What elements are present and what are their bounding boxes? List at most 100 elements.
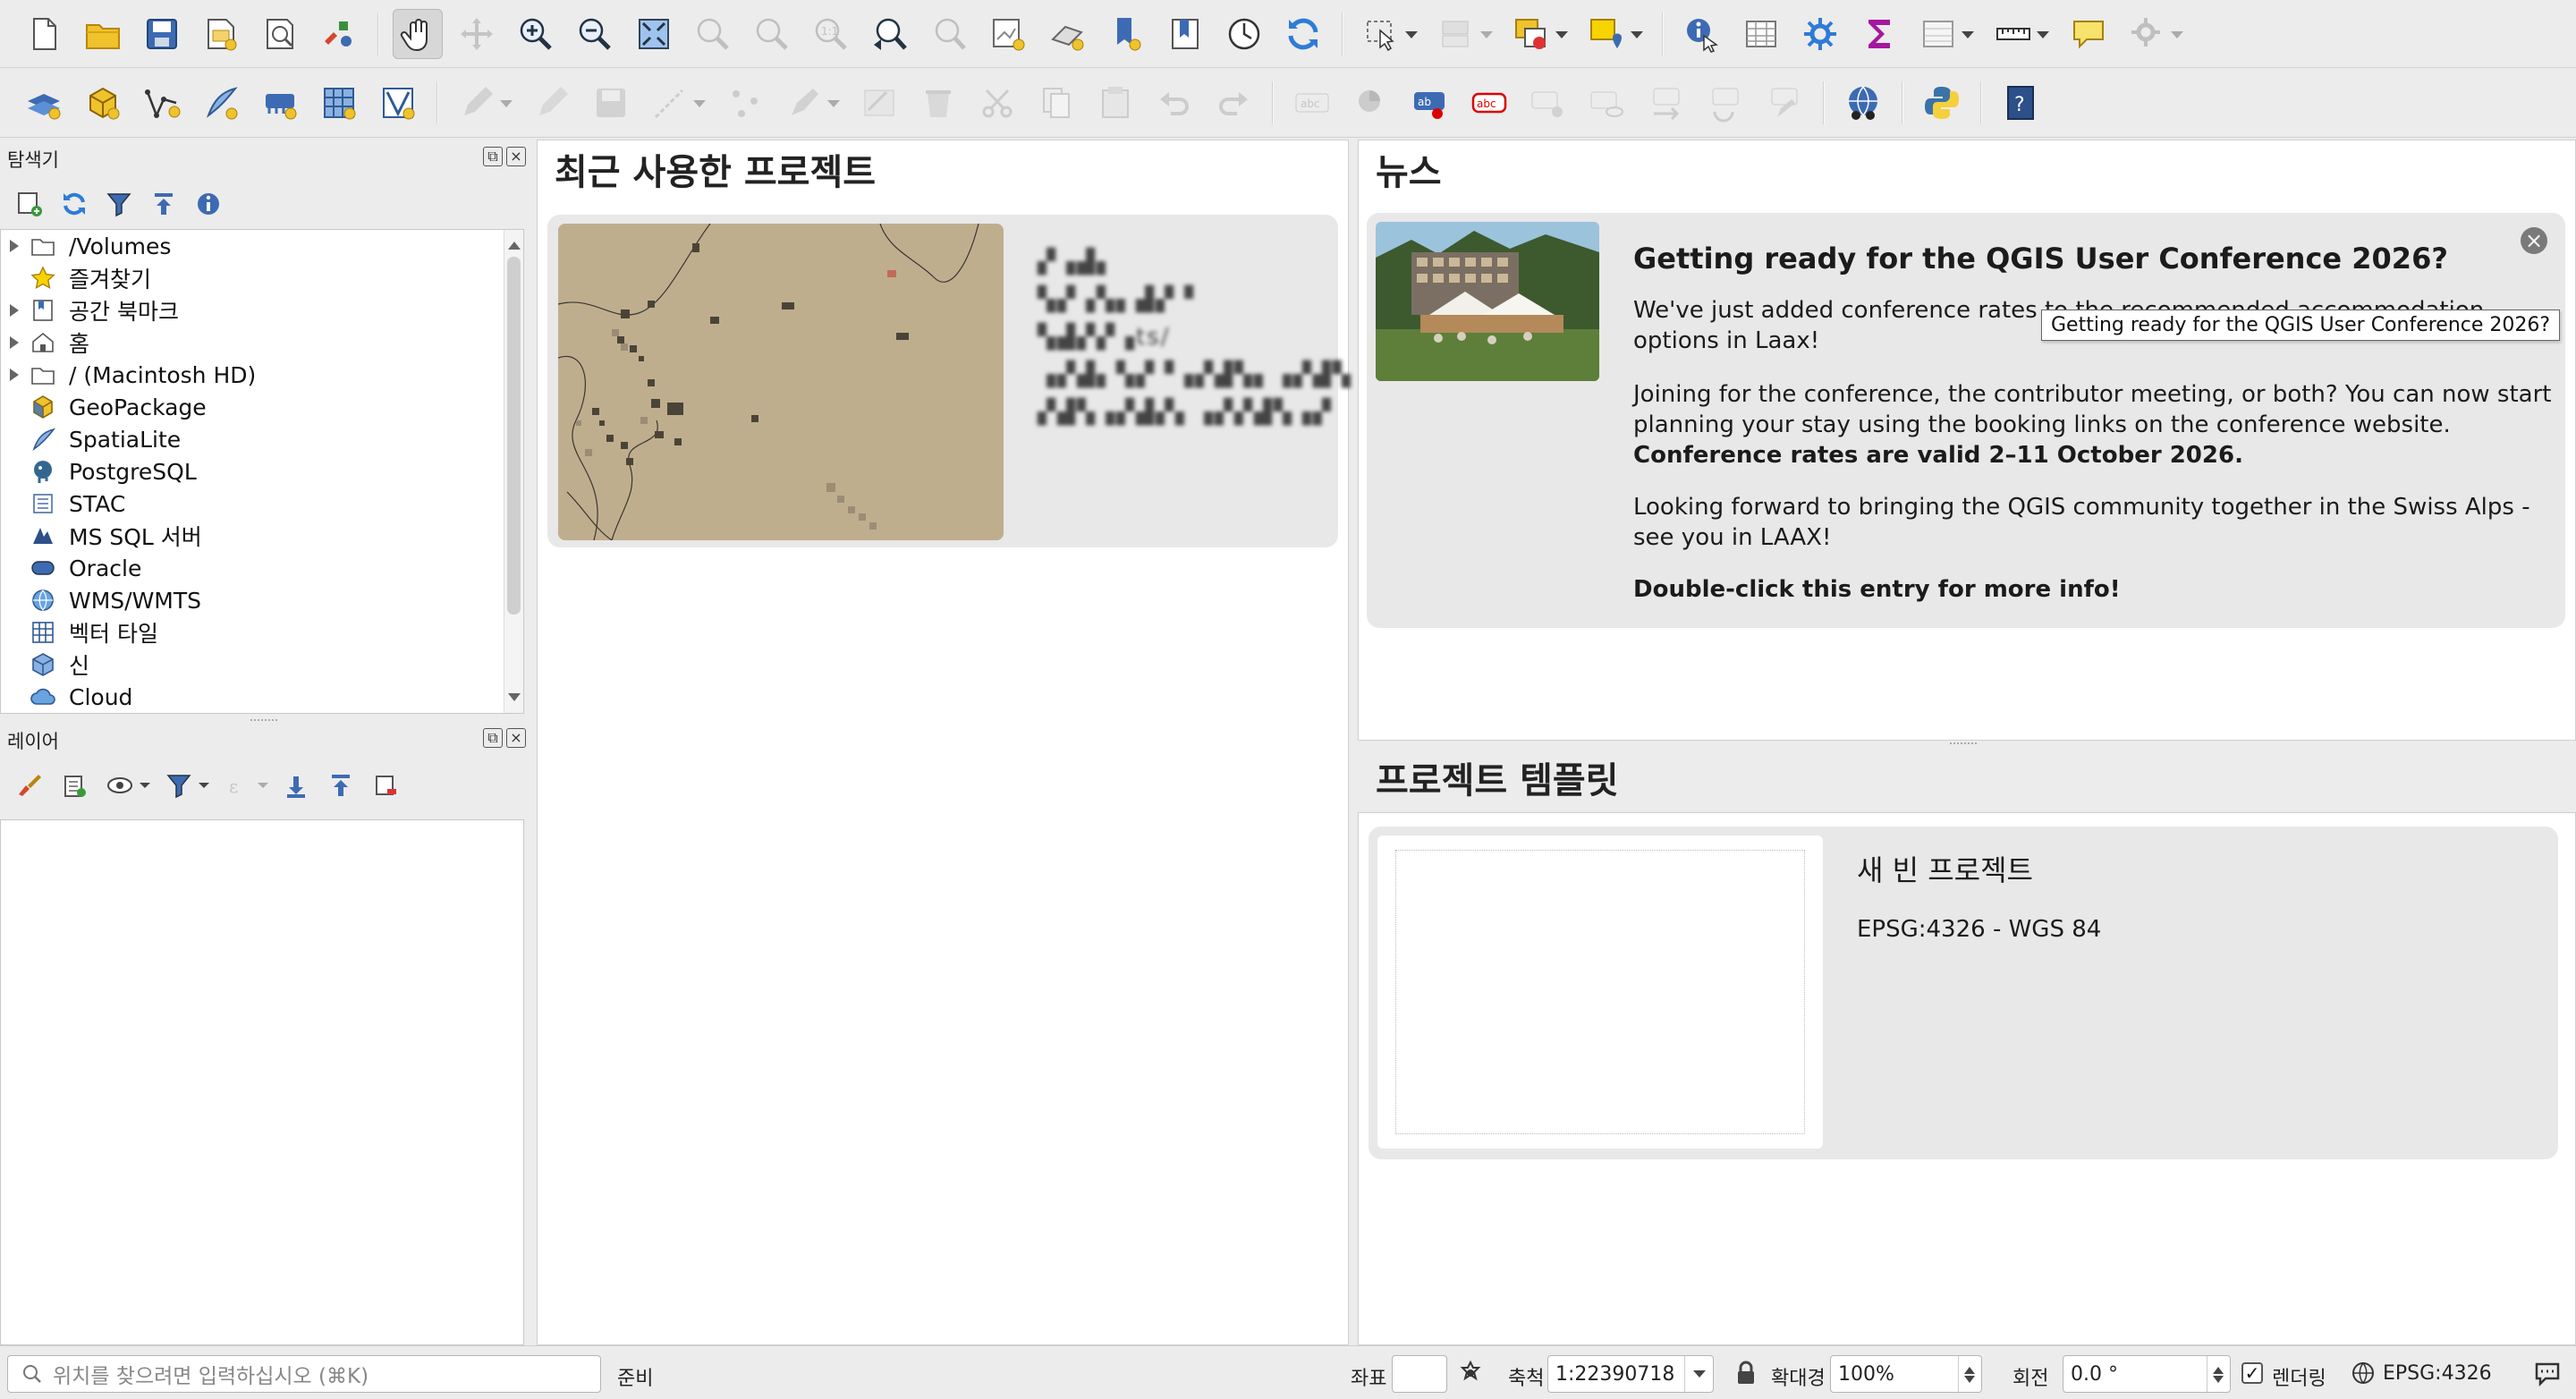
remove-layer-icon[interactable] bbox=[367, 767, 404, 804]
globe-icon[interactable] bbox=[2351, 1361, 2376, 1386]
expand-arrow-icon[interactable] bbox=[1, 336, 28, 349]
filter-expression-icon[interactable]: ε bbox=[218, 767, 270, 804]
browser-item[interactable]: STAC bbox=[1, 488, 523, 520]
zoom-native-icon[interactable]: 1:1 bbox=[806, 9, 856, 59]
help-icon[interactable]: ? bbox=[1996, 78, 2046, 128]
processing-toolbox-icon[interactable] bbox=[1795, 9, 1845, 59]
coordinate-input[interactable] bbox=[1392, 1355, 1447, 1393]
style-manager-icon[interactable] bbox=[314, 9, 364, 59]
browser-item[interactable]: 즐겨찾기 bbox=[1, 262, 523, 294]
label-rule-icon[interactable]: abc bbox=[1464, 78, 1514, 128]
zoom-out-icon[interactable] bbox=[570, 9, 620, 59]
current-edits-icon[interactable] bbox=[452, 78, 518, 128]
new-shapefile-layer-icon[interactable] bbox=[137, 78, 187, 128]
rotate-label-icon[interactable] bbox=[1700, 78, 1750, 128]
settings-gear-icon[interactable] bbox=[2123, 9, 2189, 59]
scale-input[interactable]: 1:22390718 bbox=[1547, 1355, 1714, 1393]
show-hide-labels-icon[interactable] bbox=[1582, 78, 1632, 128]
news-splitter[interactable] bbox=[1950, 742, 1977, 746]
attribute-table-icon[interactable] bbox=[1736, 9, 1786, 59]
copy-features-icon[interactable] bbox=[1031, 78, 1081, 128]
manage-visibility-icon[interactable] bbox=[100, 767, 152, 804]
scroll-up-icon[interactable] bbox=[508, 235, 521, 250]
cut-features-icon[interactable] bbox=[972, 78, 1022, 128]
new-mesh-layer-icon[interactable] bbox=[373, 78, 423, 128]
rotation-stepper[interactable] bbox=[2207, 1356, 2230, 1392]
python-console-icon[interactable] bbox=[1917, 78, 1967, 128]
float-panel-icon[interactable]: ⧉ bbox=[483, 147, 503, 166]
properties-info-icon[interactable] bbox=[190, 185, 227, 223]
new-bookmark-icon[interactable] bbox=[1101, 9, 1151, 59]
new-3d-map-view-icon[interactable] bbox=[1042, 9, 1092, 59]
network-plugin-icon[interactable] bbox=[1838, 78, 1888, 128]
save-project-icon[interactable] bbox=[137, 9, 187, 59]
browser-item[interactable]: WMS/WMTS bbox=[1, 584, 523, 616]
save-edits-icon[interactable] bbox=[586, 78, 636, 128]
style-layers-icon[interactable] bbox=[11, 767, 48, 804]
change-label-icon[interactable] bbox=[1759, 78, 1809, 128]
filter-legend-icon[interactable] bbox=[159, 767, 211, 804]
show-bookmarks-icon[interactable] bbox=[1160, 9, 1210, 59]
browser-item[interactable]: 홈 bbox=[1, 326, 523, 359]
browser-item[interactable]: SpatiaLite bbox=[1, 423, 523, 455]
close-news-icon[interactable]: × bbox=[2521, 227, 2547, 254]
pan-map-icon[interactable] bbox=[393, 8, 443, 59]
magnifier-stepper[interactable] bbox=[1958, 1356, 1981, 1392]
select-by-location-icon[interactable] bbox=[1507, 9, 1573, 59]
undo-icon[interactable] bbox=[1149, 78, 1199, 128]
refresh-icon[interactable] bbox=[1278, 9, 1328, 59]
layout-manager-icon[interactable] bbox=[255, 9, 305, 59]
zoom-to-layer-icon[interactable] bbox=[747, 9, 797, 59]
new-spatialite-layer-icon[interactable] bbox=[196, 78, 246, 128]
browser-item[interactable]: /Volumes bbox=[1, 230, 523, 262]
zoom-full-icon[interactable] bbox=[629, 9, 679, 59]
crs-button[interactable]: EPSG:4326 bbox=[2383, 1362, 2492, 1385]
scroll-thumb[interactable] bbox=[507, 257, 521, 615]
browser-scrollbar[interactable] bbox=[504, 230, 523, 713]
deselect-features-icon[interactable] bbox=[1432, 9, 1498, 59]
vertex-tool-icon[interactable] bbox=[720, 78, 770, 128]
layers-tree[interactable] bbox=[0, 819, 524, 1345]
pin-labels-icon[interactable] bbox=[1523, 78, 1573, 128]
identify-features-icon[interactable] bbox=[1677, 9, 1727, 59]
new-print-layout-icon[interactable] bbox=[196, 9, 246, 59]
toggle-extents-icon[interactable] bbox=[1456, 1359, 1485, 1387]
new-project-icon[interactable] bbox=[19, 9, 69, 59]
rotation-input[interactable]: 0.0 ° bbox=[2063, 1355, 2231, 1393]
locator-search-input[interactable]: 위치를 찾으려면 입력하십시오 (⌘K) bbox=[7, 1355, 601, 1393]
data-source-manager-icon[interactable] bbox=[19, 78, 69, 128]
digitize-icon[interactable] bbox=[645, 78, 711, 128]
measure-line-icon[interactable] bbox=[1988, 9, 2055, 59]
browser-item[interactable]: Cloud bbox=[1, 681, 523, 713]
add-group-icon[interactable] bbox=[55, 767, 93, 804]
browser-item[interactable]: GeoPackage bbox=[1, 391, 523, 423]
browser-item[interactable]: / (Macintosh HD) bbox=[1, 359, 523, 391]
browser-item[interactable]: Oracle bbox=[1, 552, 523, 584]
expand-arrow-icon[interactable] bbox=[1, 240, 28, 252]
paste-features-icon[interactable] bbox=[1090, 78, 1140, 128]
zoom-in-icon[interactable] bbox=[511, 9, 561, 59]
lock-scale-icon[interactable] bbox=[1732, 1359, 1760, 1387]
scroll-down-icon[interactable] bbox=[508, 693, 521, 708]
expand-arrow-icon[interactable] bbox=[1, 369, 28, 381]
magnifier-input[interactable]: 100% bbox=[1830, 1355, 1982, 1393]
float-panel-icon[interactable]: ⧉ bbox=[483, 728, 503, 748]
expand-arrow-icon[interactable] bbox=[1, 304, 28, 317]
messages-icon[interactable] bbox=[2533, 1359, 2562, 1387]
statistics-sum-icon[interactable] bbox=[1854, 9, 1904, 59]
zoom-next-icon[interactable] bbox=[924, 9, 974, 59]
browser-item[interactable]: 신 bbox=[1, 649, 523, 681]
new-temporary-layer-icon[interactable] bbox=[255, 78, 305, 128]
delete-selected-icon[interactable] bbox=[913, 78, 963, 128]
browser-item[interactable]: 공간 북마크 bbox=[1, 294, 523, 326]
zoom-to-selection-icon[interactable] bbox=[688, 9, 738, 59]
close-panel-icon[interactable]: × bbox=[506, 728, 526, 748]
layer-diagram-icon[interactable] bbox=[1346, 78, 1396, 128]
filter-icon[interactable] bbox=[100, 185, 138, 223]
render-checkbox[interactable]: ✓ bbox=[2241, 1362, 2263, 1384]
pan-to-selection-icon[interactable] bbox=[452, 9, 502, 59]
toggle-editing-icon[interactable] bbox=[527, 78, 577, 128]
new-geopackage-layer-icon[interactable] bbox=[78, 78, 128, 128]
new-map-view-icon[interactable] bbox=[983, 9, 1033, 59]
add-annotation-icon[interactable] bbox=[1582, 9, 1648, 59]
